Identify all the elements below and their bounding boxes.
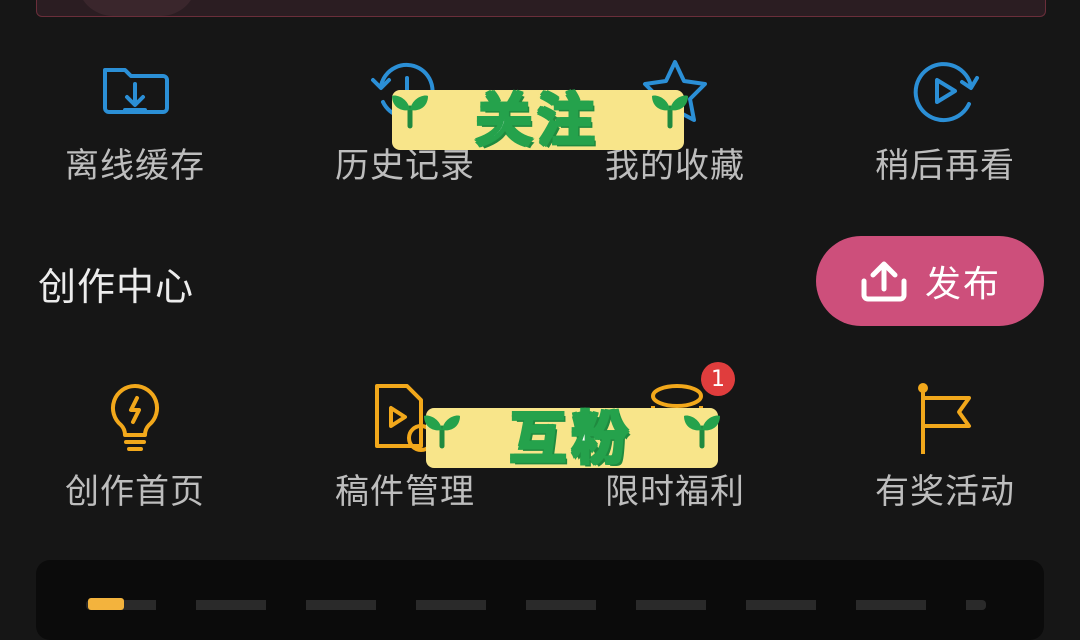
menu-item-label: 离线缓存 — [65, 146, 205, 186]
menu-item-label: 有奖活动 — [875, 472, 1015, 512]
play-later-icon — [913, 62, 979, 123]
sticker-text: 互粉 — [509, 405, 634, 473]
flag-icon — [918, 383, 971, 454]
upload-icon — [861, 261, 907, 302]
card-accent — [88, 598, 124, 610]
sprout-icon — [684, 415, 720, 449]
sprout-icon — [652, 95, 688, 129]
publish-button[interactable]: 发布 — [816, 236, 1044, 326]
mutual-follow-sticker: 互粉 — [426, 405, 718, 473]
publish-label: 发布 — [924, 264, 1001, 305]
menu-item-label: 稍后再看 — [875, 146, 1015, 186]
menu-item-watch-later[interactable]: 稍后再看 — [845, 56, 1045, 187]
menu-item-label: 创作首页 — [65, 472, 205, 512]
banner-decoration — [77, 0, 197, 16]
follow-sticker: 关注 — [392, 87, 684, 155]
menu-item-offline-cache[interactable]: 离线缓存 — [35, 56, 235, 187]
top-banner[interactable] — [36, 0, 1046, 17]
menu-item-prize-events[interactable]: 有奖活动 — [845, 382, 1045, 513]
sprout-icon — [424, 415, 460, 449]
card-content-preview — [86, 600, 986, 610]
download-folder-icon — [103, 68, 169, 114]
sticker-text: 关注 — [475, 87, 600, 155]
menu-item-creation-home[interactable]: 创作首页 — [35, 382, 235, 513]
section-title: 创作中心 — [38, 265, 195, 309]
sprout-icon — [392, 95, 428, 129]
bottom-card[interactable] — [36, 560, 1044, 640]
menu-item-label: 稿件管理 — [335, 472, 475, 512]
lightbulb-icon — [110, 383, 160, 451]
notification-badge: 1 — [701, 362, 735, 396]
